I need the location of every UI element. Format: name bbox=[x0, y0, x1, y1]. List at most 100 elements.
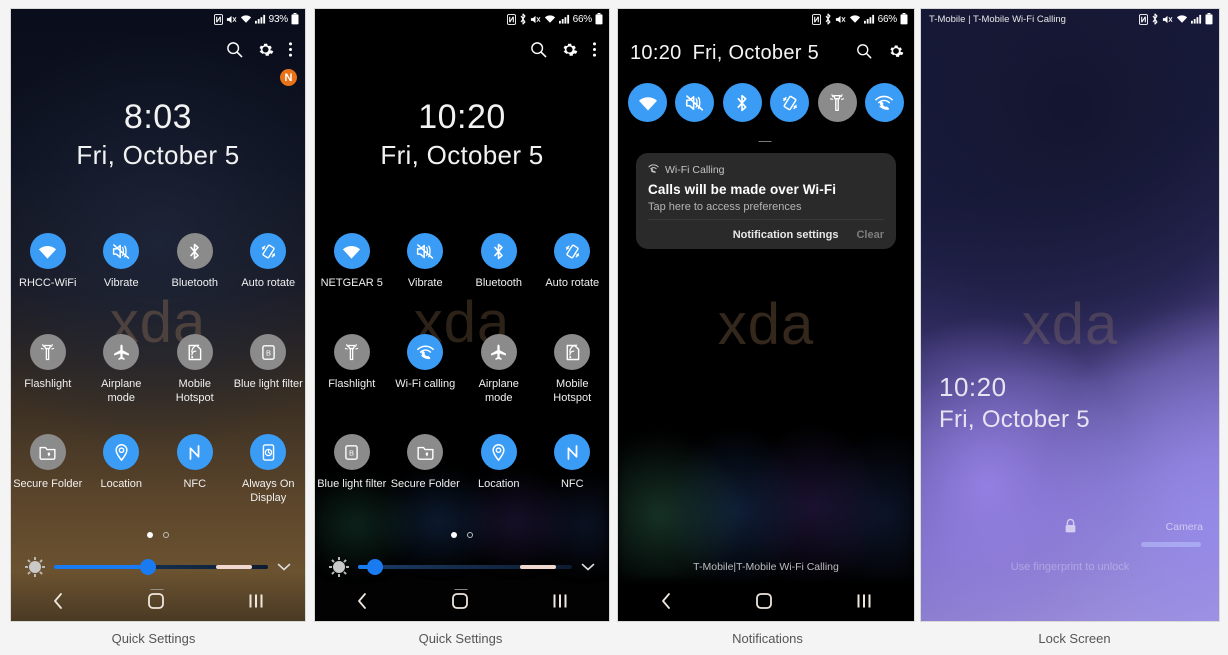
home-icon[interactable] bbox=[147, 592, 165, 610]
tile-location[interactable]: Location bbox=[462, 434, 536, 491]
back-icon[interactable] bbox=[356, 592, 368, 610]
tile-rhcc-wifi[interactable]: RHCC-WiFi bbox=[11, 233, 85, 290]
notification-badge[interactable]: N bbox=[280, 69, 297, 86]
panel3-drag-handle[interactable]: — bbox=[618, 133, 914, 148]
tile-bluetooth[interactable]: Bluetooth bbox=[462, 233, 536, 290]
panel3-status-bar: 66% bbox=[618, 9, 914, 29]
hotspot-icon bbox=[176, 334, 213, 370]
home-icon[interactable] bbox=[451, 592, 469, 610]
auto-rotate-icon bbox=[250, 233, 287, 269]
flashlight-icon[interactable] bbox=[817, 83, 857, 122]
page-dot-idle[interactable] bbox=[163, 532, 169, 538]
back-icon[interactable] bbox=[660, 592, 672, 610]
tile-always-on-display[interactable]: Always On Display bbox=[232, 434, 306, 505]
tile-secure-folder[interactable]: Secure Folder bbox=[389, 434, 463, 491]
clock-time: 10:20 bbox=[939, 372, 1007, 402]
tile-blue-light-filter[interactable]: B Blue light filter bbox=[232, 334, 306, 405]
home-icon[interactable] bbox=[755, 592, 773, 610]
bluetooth-icon bbox=[480, 233, 517, 269]
tile-flashlight[interactable]: Flashlight bbox=[315, 334, 389, 405]
tile-blue-light-filter[interactable]: B Blue light filter bbox=[315, 434, 389, 491]
tile-label: Blue light filter bbox=[233, 378, 303, 390]
tile-bluetooth[interactable]: Bluetooth bbox=[158, 233, 232, 290]
brightness-icon bbox=[25, 557, 45, 577]
clear-button[interactable]: Clear bbox=[856, 229, 884, 241]
gear-icon[interactable] bbox=[888, 43, 904, 64]
wifi-calling-icon bbox=[648, 163, 659, 177]
brightness-slider[interactable] bbox=[358, 559, 572, 575]
wifi-icon bbox=[29, 233, 66, 269]
auto-brightness-marker bbox=[520, 565, 556, 569]
watermark-xda: xda bbox=[717, 292, 815, 357]
auto-rotate-icon[interactable] bbox=[770, 83, 810, 122]
tile-label: Auto rotate bbox=[241, 277, 296, 289]
screenshot-sheet: xda 93% N 8:03 Fri, October 5 RHCC-WiFi … bbox=[0, 0, 1228, 655]
status-icons: 66% bbox=[506, 13, 603, 25]
header-time: 10:20 bbox=[630, 41, 682, 64]
tile-nfc[interactable]: NFC bbox=[536, 434, 610, 491]
notification-app-row: Wi-Fi Calling bbox=[648, 163, 884, 177]
tile-row-1: NETGEAR 5 Vibrate Bluetooth Auto rotate bbox=[315, 233, 609, 290]
tile-secure-folder[interactable]: Secure Folder bbox=[11, 434, 85, 505]
vibrate-icon[interactable] bbox=[675, 83, 715, 122]
battery-percent: 66% bbox=[572, 13, 593, 25]
battery-icon bbox=[900, 13, 908, 25]
chevron-down-icon[interactable] bbox=[581, 562, 595, 572]
gear-icon[interactable] bbox=[561, 41, 578, 58]
notification-actions: Notification settings Clear bbox=[648, 219, 884, 249]
wifi-icon[interactable] bbox=[628, 83, 667, 122]
panel3-bottom-glow bbox=[618, 409, 914, 579]
mute-icon bbox=[835, 14, 846, 25]
tile-vibrate[interactable]: Vibrate bbox=[85, 233, 159, 290]
vibrate-icon bbox=[103, 233, 140, 269]
bluetooth-icon[interactable] bbox=[722, 83, 762, 122]
search-icon[interactable] bbox=[530, 41, 547, 58]
tile-airplane-mode[interactable]: Airplane mode bbox=[462, 334, 536, 405]
tile-mobile-hotspot[interactable]: Mobile Hotspot bbox=[158, 334, 232, 405]
signal-icon bbox=[1191, 14, 1202, 24]
mute-icon bbox=[530, 14, 541, 25]
tile-flashlight[interactable]: Flashlight bbox=[11, 334, 85, 405]
recents-icon[interactable] bbox=[552, 593, 568, 609]
more-vertical-icon[interactable] bbox=[288, 41, 293, 58]
page-dot-idle[interactable] bbox=[467, 532, 473, 538]
tile-vibrate[interactable]: Vibrate bbox=[389, 233, 463, 290]
notification-card[interactable]: Wi-Fi Calling Calls will be made over Wi… bbox=[636, 153, 896, 249]
wifi-calling-icon[interactable] bbox=[864, 83, 904, 122]
tile-airplane-mode[interactable]: Airplane mode bbox=[85, 334, 159, 405]
gear-icon[interactable] bbox=[257, 41, 274, 58]
tile-auto-rotate[interactable]: Auto rotate bbox=[232, 233, 306, 290]
status-icons: 93% bbox=[213, 13, 299, 25]
brightness-slider[interactable] bbox=[54, 559, 268, 575]
camera-shortcut-pill[interactable] bbox=[1141, 542, 1201, 547]
nfc-icon bbox=[554, 434, 591, 470]
tile-row-3: B Blue light filter Secure Folder Location N… bbox=[315, 434, 609, 491]
tile-location[interactable]: Location bbox=[85, 434, 159, 505]
clock-date: Fri, October 5 bbox=[939, 406, 1090, 433]
tile-label: Location bbox=[100, 478, 143, 490]
back-icon[interactable] bbox=[52, 592, 64, 610]
more-vertical-icon[interactable] bbox=[592, 41, 597, 58]
tile-mobile-hotspot[interactable]: Mobile Hotspot bbox=[536, 334, 610, 405]
notification-subtitle: Tap here to access preferences bbox=[648, 201, 802, 213]
chevron-down-icon[interactable] bbox=[277, 562, 291, 572]
tile-label: Auto rotate bbox=[545, 277, 600, 289]
signal-icon bbox=[254, 14, 266, 24]
nfc-icon bbox=[811, 13, 821, 25]
panel1-clock: 8:03 Fri, October 5 bbox=[11, 97, 305, 173]
tile-netgear-5[interactable]: NETGEAR 5 bbox=[315, 233, 389, 290]
panel3-navbar bbox=[618, 581, 914, 621]
page-dot-active[interactable] bbox=[147, 532, 153, 538]
tile-auto-rotate[interactable]: Auto rotate bbox=[536, 233, 610, 290]
notification-settings-button[interactable]: Notification settings bbox=[733, 229, 839, 241]
page-dot-active[interactable] bbox=[451, 532, 457, 538]
search-icon[interactable] bbox=[226, 41, 243, 58]
tile-wi-fi-calling[interactable]: Wi-Fi calling bbox=[389, 334, 463, 405]
tile-label: Wi-Fi calling bbox=[395, 378, 456, 390]
tile-nfc[interactable]: NFC bbox=[158, 434, 232, 505]
camera-shortcut-label[interactable]: Camera bbox=[1166, 521, 1203, 533]
search-icon[interactable] bbox=[856, 43, 872, 64]
nfc-icon bbox=[506, 13, 516, 25]
recents-icon[interactable] bbox=[856, 593, 872, 609]
recents-icon[interactable] bbox=[248, 593, 264, 609]
